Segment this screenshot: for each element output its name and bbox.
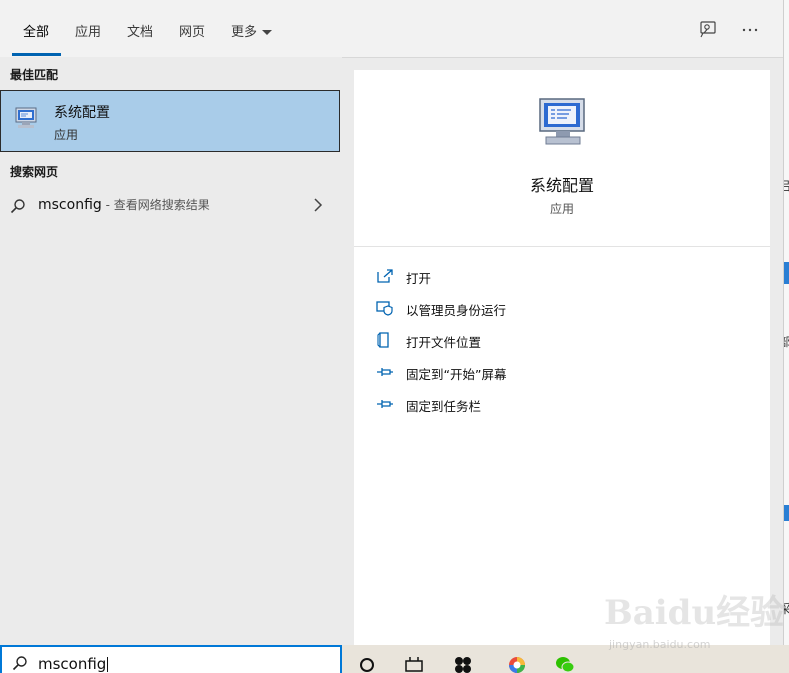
search-icon: [10, 199, 25, 214]
best-match-title: 系统配置: [54, 105, 110, 121]
best-match-header: 最佳匹配: [10, 68, 59, 82]
watermark-logo: Baidu经验: [604, 593, 785, 633]
active-tab-indicator: [12, 53, 61, 56]
system-config-icon: [15, 107, 37, 128]
web-search-query: msconfig: [38, 197, 102, 213]
tab-more-label: 更多: [231, 25, 258, 40]
web-search-header: 搜索网页: [10, 165, 59, 179]
tab-all[interactable]: 全部: [23, 21, 49, 40]
cortana-icon[interactable]: [357, 655, 377, 673]
action-label: 固定到“开始”屏幕: [406, 367, 507, 382]
action-label: 以管理员身份运行: [406, 303, 507, 318]
tab-more[interactable]: 更多: [231, 21, 273, 40]
action-label: 固定到任务栏: [406, 399, 482, 414]
text-cursor: [107, 657, 109, 672]
detail-title: 系统配置: [529, 176, 594, 195]
tab-documents[interactable]: 文档: [127, 21, 153, 40]
wechat-icon[interactable]: [555, 655, 575, 673]
results-pane: 最佳匹配 系统配置 应用 搜索网页 msconfig - 查看网络搜索结果: [0, 57, 342, 645]
action-pin-to-taskbar[interactable]: 固定到任务栏: [376, 394, 756, 416]
open-icon: [377, 269, 393, 283]
search-icon: [12, 656, 27, 671]
search-input-value: msconfig: [38, 655, 107, 673]
pin-icon: [377, 400, 393, 408]
web-search-result[interactable]: msconfig - 查看网络搜索结果: [0, 190, 340, 220]
action-pin-to-start[interactable]: 固定到“开始”屏幕: [376, 362, 756, 384]
chevron-down-icon: [262, 30, 273, 35]
file-location-icon: [377, 332, 389, 348]
taskbar: [342, 645, 789, 673]
best-match-subtitle: 应用: [54, 128, 79, 142]
tab-apps[interactable]: 应用: [75, 21, 101, 40]
search-input[interactable]: msconfig: [0, 645, 342, 673]
action-run-as-admin[interactable]: 以管理员身份运行: [376, 298, 756, 320]
action-label: 打开: [406, 271, 432, 286]
detail-subtitle: 应用: [549, 202, 574, 216]
action-open[interactable]: 打开: [376, 266, 756, 288]
tab-bar: 全部 应用 文档 网页 更多: [0, 0, 783, 58]
task-view-icon[interactable]: [404, 655, 424, 673]
best-match-result[interactable]: 系统配置 应用: [0, 90, 340, 152]
tab-web[interactable]: 网页: [179, 21, 205, 40]
search-panel: 全部 应用 文档 网页 更多 最佳匹配 系统配置 应用 搜索网页 msconfi…: [0, 0, 784, 645]
chevron-right-icon[interactable]: [313, 197, 323, 213]
shield-icon: [376, 301, 393, 316]
detail-pane: 系统配置 应用 打开 以管理员身份运行 打开文件位置 固定到“开始”屏幕 固定到…: [354, 70, 770, 645]
detail-header: 系统配置 应用: [354, 70, 770, 247]
action-label: 打开文件位置: [406, 335, 482, 350]
action-open-file-location[interactable]: 打开文件位置: [376, 330, 756, 352]
app-fan-icon[interactable]: [453, 655, 473, 673]
system-config-icon: [539, 98, 585, 145]
pin-icon: [377, 368, 393, 376]
watermark-url: jingyan.baidu.com: [609, 638, 711, 651]
web-search-description: - 查看网络搜索结果: [101, 198, 210, 212]
browser-icon[interactable]: [507, 655, 527, 673]
ellipsis-icon[interactable]: [740, 20, 760, 40]
feedback-icon[interactable]: [698, 20, 718, 40]
